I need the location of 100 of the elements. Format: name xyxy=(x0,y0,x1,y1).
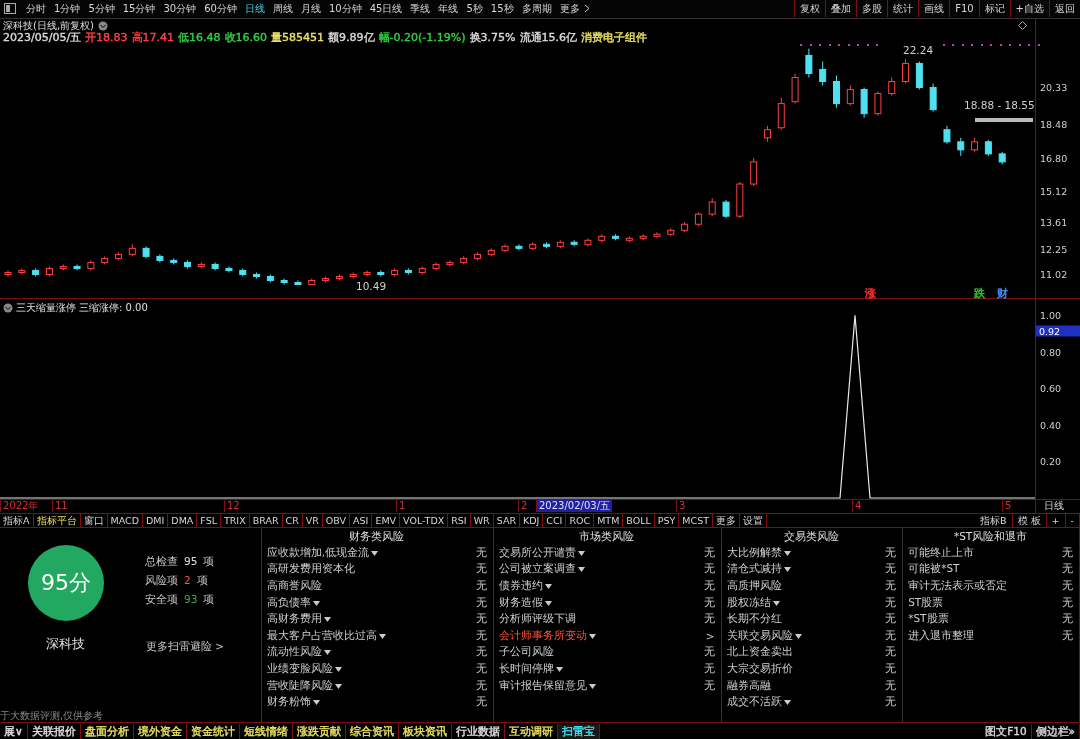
period-tab[interactable]: 5秒 xyxy=(462,1,487,16)
event-marker[interactable]: 财 xyxy=(997,285,1008,301)
risk-item[interactable]: 长期不分红 xyxy=(726,612,782,627)
indicator-tab[interactable]: FSL xyxy=(197,514,221,528)
indicator-tab[interactable]: DMA xyxy=(168,514,198,528)
indicator-tab[interactable]: VOL-TDX xyxy=(400,514,449,528)
indicator-tab[interactable]: OBV xyxy=(322,514,351,528)
indicator-tab[interactable]: KDJ xyxy=(520,514,544,528)
risk-item[interactable]: 审计报告保留意见 xyxy=(499,678,596,693)
indicator-tab[interactable]: BRAR xyxy=(249,514,283,528)
indicator-tab[interactable]: SAR xyxy=(493,514,520,528)
risk-item[interactable]: 高负债率 xyxy=(266,595,320,610)
bottom-tab[interactable]: 关联报价 xyxy=(27,723,81,739)
risk-item[interactable]: 进入退市整理 xyxy=(908,628,975,643)
period-tab[interactable]: 分时 xyxy=(22,1,50,16)
indicator-tool-button[interactable]: + xyxy=(1046,514,1066,528)
period-tab[interactable]: 周线 xyxy=(268,1,297,16)
indicator-tab[interactable]: WR xyxy=(470,514,494,528)
indicator-tab[interactable]: RSI xyxy=(448,514,471,528)
toolbar-button[interactable]: 复权 xyxy=(794,0,826,18)
risk-item[interactable]: 会计师事务所变动 xyxy=(499,628,596,643)
risk-item[interactable]: 可能被*ST xyxy=(908,562,960,577)
indicator-tab[interactable]: 指标平台 xyxy=(33,514,81,528)
toolbar-button[interactable]: F10 xyxy=(949,0,979,18)
period-tab[interactable]: 10分钟 xyxy=(324,1,366,16)
toolbar-button[interactable]: 叠加 xyxy=(825,0,857,18)
risk-item[interactable]: 财务粉饰 xyxy=(266,695,320,710)
risk-item[interactable]: ST股票 xyxy=(908,595,944,610)
risk-item[interactable]: 北上资金卖出 xyxy=(726,645,793,660)
risk-item[interactable]: 审计无法表示或否定 xyxy=(908,578,1008,593)
risk-item[interactable]: 交易所公开谴责 xyxy=(499,545,585,560)
bottom-tab[interactable]: 行业数据 xyxy=(451,723,505,739)
indicator-tab[interactable]: VR xyxy=(302,514,323,528)
period-tab[interactable]: 30分钟 xyxy=(159,1,201,16)
indicator-tab[interactable]: MCST xyxy=(679,514,713,528)
toggle-icon[interactable] xyxy=(3,302,13,313)
toolbar-button[interactable]: 画线 xyxy=(918,0,950,18)
risk-item[interactable]: 大比例解禁 xyxy=(726,545,791,560)
indicator-tab[interactable]: CR xyxy=(282,514,303,528)
period-tab[interactable]: 日线 xyxy=(240,1,269,16)
risk-item[interactable]: 成交不活跃 xyxy=(726,695,791,710)
risk-item[interactable]: 可能终止上市 xyxy=(908,545,975,560)
toolbar-button[interactable]: 统计 xyxy=(887,0,919,18)
risk-item[interactable]: 流动性风险 xyxy=(266,645,331,660)
risk-item[interactable]: 清仓式减持 xyxy=(726,562,791,577)
bottom-tab[interactable]: 扫雷宝 xyxy=(557,723,600,739)
indicator-tool-button[interactable]: 指标B xyxy=(975,514,1013,528)
indicator-tab[interactable]: 设置 xyxy=(740,514,767,528)
indicator-tab[interactable]: ROC xyxy=(566,514,595,528)
toolbar-button[interactable]: +自选 xyxy=(1009,0,1049,18)
risk-item[interactable]: 股权冻结 xyxy=(726,595,780,610)
indicator-tab[interactable]: 更多 xyxy=(713,514,740,528)
indicator-tab[interactable]: TRIX xyxy=(220,514,250,528)
risk-item[interactable]: 公司被立案调查 xyxy=(499,562,585,577)
period-tab[interactable]: 60分钟 xyxy=(200,1,241,16)
period-tab[interactable]: 45日线 xyxy=(365,1,407,16)
chevron-right-icon[interactable] xyxy=(583,4,590,14)
risk-item[interactable]: 长时间停牌 xyxy=(499,661,563,676)
risk-item[interactable]: 业绩变脸风险 xyxy=(266,661,342,676)
risk-item[interactable]: 财务造假 xyxy=(499,595,552,610)
bottom-tab[interactable]: 互动调研 xyxy=(504,723,558,739)
indicator-tab[interactable]: BOLL xyxy=(623,514,655,528)
bottom-tab[interactable]: 展∨ xyxy=(0,723,28,739)
indicator-tab[interactable]: CCI xyxy=(543,514,567,528)
bottom-tab[interactable]: 资金统计 xyxy=(186,723,240,739)
risk-item[interactable]: 最大客户占营收比过高 xyxy=(266,628,386,643)
risk-item[interactable]: 应收款增加,低现金流 xyxy=(266,545,378,560)
period-tab[interactable]: 年线 xyxy=(434,1,463,16)
risk-item[interactable]: *ST股票 xyxy=(908,612,949,627)
side-button[interactable]: 图文F10 xyxy=(981,723,1032,739)
period-tab[interactable]: 季线 xyxy=(406,1,435,16)
indicator-tab[interactable]: DMI xyxy=(143,514,169,528)
indicator-tab[interactable]: 指标A xyxy=(0,514,34,528)
bottom-tab[interactable]: 综合资讯 xyxy=(345,723,399,739)
period-tab[interactable]: 更多 xyxy=(555,1,584,16)
event-marker[interactable]: 跌 xyxy=(974,285,985,301)
indicator-tab[interactable]: MACD xyxy=(107,514,143,528)
indicator-tool-button[interactable]: 模 板 xyxy=(1012,514,1047,528)
menu-icon[interactable] xyxy=(4,3,16,15)
toolbar-button[interactable]: 返回 xyxy=(1049,0,1080,18)
bottom-tab[interactable]: 板块资讯 xyxy=(398,723,452,739)
bottom-tab[interactable]: 短线情绪 xyxy=(239,723,293,739)
indicator-tab[interactable]: EMV xyxy=(372,514,401,528)
indicator-tab[interactable]: ASI xyxy=(350,514,373,528)
period-tab[interactable]: 5分钟 xyxy=(84,1,119,16)
risk-item[interactable]: 债券违约 xyxy=(499,578,552,593)
risk-item[interactable]: 关联交易风险 xyxy=(726,628,802,643)
risk-item[interactable]: 大宗交易折价 xyxy=(726,661,793,676)
indicator-tab[interactable]: MTM xyxy=(594,514,624,528)
period-tab[interactable]: 多周期 xyxy=(517,1,556,16)
toggle-icon[interactable] xyxy=(98,20,108,31)
indicator-tab[interactable]: 窗口 xyxy=(80,514,108,528)
period-tab[interactable]: 15秒 xyxy=(486,1,518,16)
period-tab[interactable]: 月线 xyxy=(296,1,325,16)
event-marker[interactable]: 涨 xyxy=(865,285,876,301)
risk-item[interactable]: 高财务费用 xyxy=(266,612,331,627)
diamond-icon[interactable] xyxy=(1018,20,1027,30)
more-link[interactable]: 更多扫雷避险 > xyxy=(146,640,225,655)
indicator-tab[interactable]: PSY xyxy=(654,514,680,528)
side-button[interactable]: 侧边栏» xyxy=(1031,723,1080,739)
